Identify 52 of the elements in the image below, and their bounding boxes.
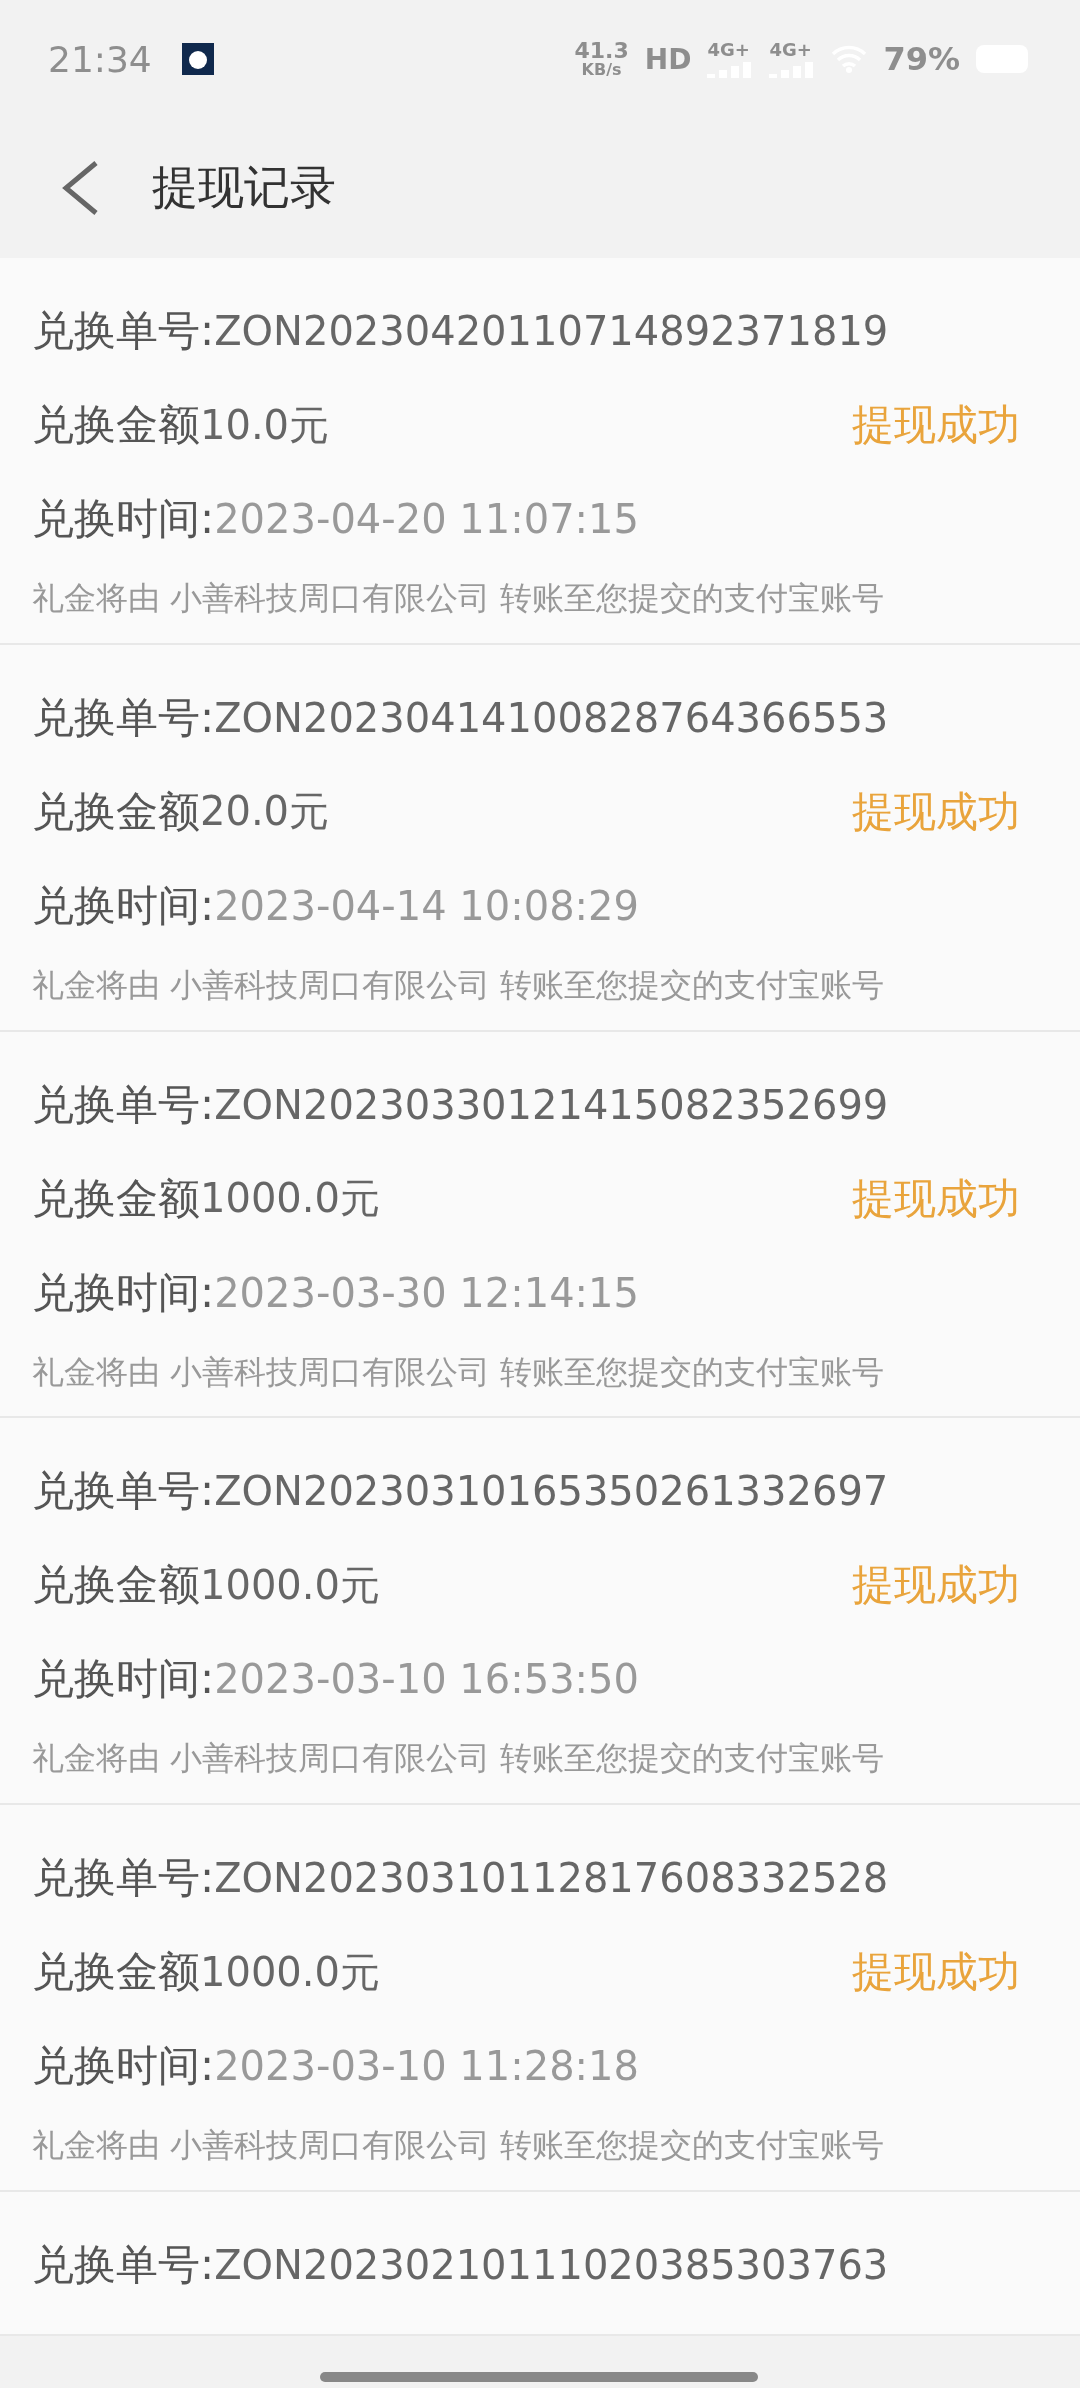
transfer-note: 礼金将由 小善科技周口有限公司 转账至您提交的支付宝账号 xyxy=(32,2125,886,2167)
order-label: 兑换单号: xyxy=(32,691,215,744)
transfer-note: 礼金将由 小善科技周口有限公司 转账至您提交的支付宝账号 xyxy=(32,964,886,1006)
time-value: 2023-04-20 11:07:15 xyxy=(214,496,639,542)
battery-percent: 79% xyxy=(883,40,960,78)
transfer-note: 礼金将由 小善科技周口有限公司 转账至您提交的支付宝账号 xyxy=(32,578,886,619)
amount-label: 兑换金额 xyxy=(32,1172,200,1225)
transfer-note: 礼金将由 小善科技周口有限公司 转账至您提交的支付宝账号 xyxy=(32,1738,886,1780)
speed-unit: KB/s xyxy=(581,62,622,78)
amount-value: 20.0元 xyxy=(200,787,330,837)
order-label: 兑换单号: xyxy=(32,1465,215,1518)
order-label: 兑换单号: xyxy=(32,2239,215,2291)
time-value: 2023-04-14 10:08:29 xyxy=(214,882,639,929)
status-text: 提现成功 xyxy=(852,1172,1020,1225)
time-label: 兑换时间: xyxy=(32,1266,215,1319)
order-label: 兑换单号: xyxy=(32,1078,215,1131)
order-label: 兑换单号: xyxy=(32,1852,215,1905)
status-text: 提现成功 xyxy=(852,1946,1020,1999)
network-type: 4G+ xyxy=(707,38,750,60)
status-text: 提现成功 xyxy=(852,399,1020,451)
app-notification-icon xyxy=(181,43,214,75)
time-label: 兑换时间: xyxy=(32,493,215,545)
order-number: ZON20230310112817608332528 xyxy=(214,1855,889,1902)
hd-indicator: HD xyxy=(644,42,692,76)
time-value: 2023-03-10 11:28:18 xyxy=(214,2043,639,2090)
order-number: ZON20230420110714892371819 xyxy=(214,308,889,354)
network-speed: 41.3 xyxy=(574,40,629,62)
amount-label: 兑换金额 xyxy=(32,1559,200,1612)
order-label: 兑换单号: xyxy=(32,305,215,357)
amount-value: 1000.0元 xyxy=(200,1947,380,1997)
time-value: 2023-03-10 16:53:50 xyxy=(214,1656,639,1703)
status-text: 提现成功 xyxy=(852,785,1020,838)
status-time: 21:34 xyxy=(48,38,152,80)
page-title: 提现记录 xyxy=(152,159,336,216)
amount-value: 10.0元 xyxy=(200,400,330,450)
status-text: 提现成功 xyxy=(852,1559,1020,1612)
back-button[interactable] xyxy=(60,160,100,216)
time-label: 兑换时间: xyxy=(32,1653,215,1706)
network-type: 4G+ xyxy=(769,38,812,60)
time-label: 兑换时间: xyxy=(32,879,215,932)
amount-label: 兑换金额 xyxy=(32,399,200,451)
time-value: 2023-03-30 12:14:15 xyxy=(214,1269,639,1316)
order-number: ZON20230210111020385303763 xyxy=(214,2242,889,2288)
order-number: ZON20230310165350261332697 xyxy=(214,1468,889,1515)
order-number: ZON20230414100828764366553 xyxy=(214,694,889,741)
amount-label: 兑换金额 xyxy=(32,785,200,838)
order-number: ZON20230330121415082352699 xyxy=(214,1081,889,1128)
transfer-note: 礼金将由 小善科技周口有限公司 转账至您提交的支付宝账号 xyxy=(32,1351,886,1393)
amount-value: 1000.0元 xyxy=(200,1174,380,1224)
amount-label: 兑换金额 xyxy=(32,1946,200,1999)
time-label: 兑换时间: xyxy=(32,2040,215,2093)
amount-value: 1000.0元 xyxy=(200,1560,380,1610)
